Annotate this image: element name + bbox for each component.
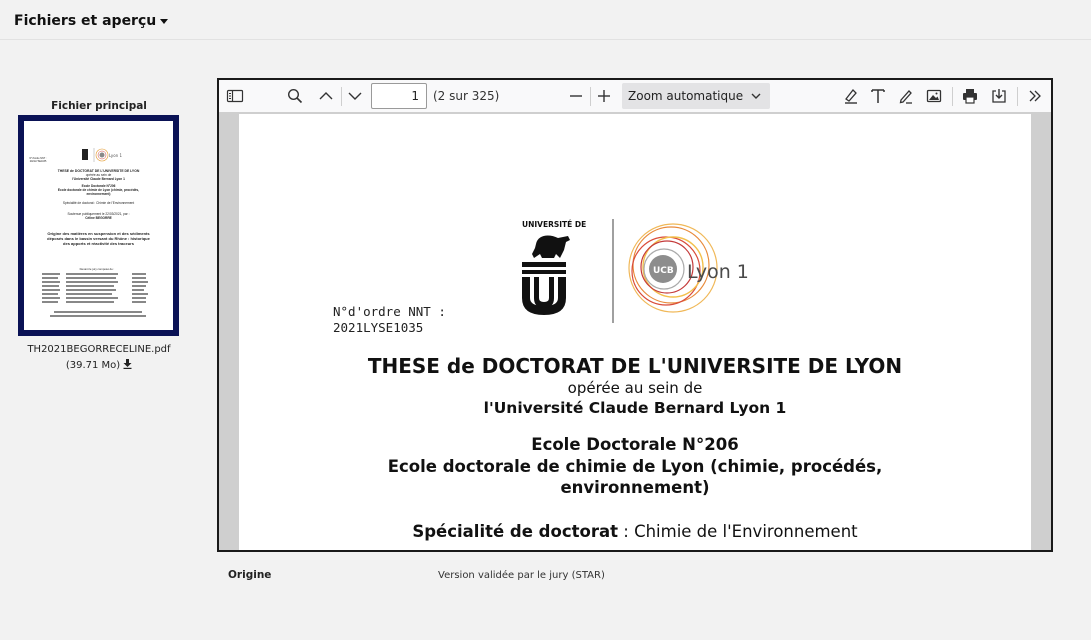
double-chevron-right-icon xyxy=(1029,90,1041,102)
chevron-down-icon xyxy=(348,92,362,100)
nnt-block: N°d'ordre NNT : 2021LYSE1035 xyxy=(333,304,446,336)
sidebar-toggle-icon xyxy=(226,89,244,103)
image-icon xyxy=(926,89,942,103)
thumb-author: Céline BEGORRE xyxy=(85,216,112,220)
highlight-button[interactable] xyxy=(839,85,863,107)
nnt-label: N°d'ordre NNT : xyxy=(333,304,446,319)
ecole-number: Ecole Doctorale N°206 xyxy=(531,435,739,454)
origin-value: Version validée par le jury (STAR) xyxy=(438,570,605,581)
lyon1-logo: UCB Lyon 1 xyxy=(612,219,749,323)
section-toggle[interactable]: Fichiers et aperçu xyxy=(14,13,169,29)
text-tool-button[interactable] xyxy=(866,85,890,107)
draw-button[interactable] xyxy=(894,85,918,107)
next-page-button[interactable] xyxy=(343,85,367,107)
zoom-select[interactable]: Zoom automatique xyxy=(622,83,770,109)
previous-page-button[interactable] xyxy=(314,85,338,107)
toolbar-separator xyxy=(952,87,953,106)
specialite: Spécialité de doctorat : Chimie de l'Env… xyxy=(239,522,1031,541)
plus-icon xyxy=(598,90,610,102)
thesis-subtitle-2: l'Université Claude Bernard Lyon 1 xyxy=(483,399,787,417)
section-title: Fichiers et aperçu xyxy=(14,13,157,29)
specialite-separator: : xyxy=(618,522,635,541)
specialite-label: Spécialité de doctorat xyxy=(412,522,618,541)
save-button[interactable] xyxy=(987,85,1011,107)
logo-mark: UCB xyxy=(653,266,674,276)
pdf-toolbar: (2 sur 325) Zoom automatique xyxy=(219,80,1051,113)
file-size-row: (39.71 Mo) xyxy=(14,359,184,371)
file-name-link[interactable]: TH2021BEGORRECELINE.pdf xyxy=(14,344,184,355)
pdf-page: UNIVERSITÉ DE LYON UCB Lyon 1 N°d'ordre … xyxy=(239,114,1031,550)
thumb-jury: Devant le jury composé de : xyxy=(79,267,115,271)
section-header: Fichiers et aperçu xyxy=(0,0,1091,40)
nnt-value: 2021LYSE1035 xyxy=(333,320,424,335)
thumb-subtitle2: l'Université Claude Bernard Lyon 1 xyxy=(72,177,125,181)
chevron-down-icon xyxy=(751,93,761,99)
toolbar-separator xyxy=(590,87,591,106)
thumb-thesis-title: Origine des matières en suspension et de… xyxy=(47,231,150,246)
page-count: (2 sur 325) xyxy=(433,89,500,103)
logo-left-text: UNIVERSITÉ DE LYON xyxy=(522,220,588,229)
search-button[interactable] xyxy=(283,85,307,107)
sidebar-toggle-button[interactable] xyxy=(223,85,247,107)
thumb-specialite: Spécialité de doctorat : Chimie de l'Env… xyxy=(62,201,135,205)
print-button[interactable] xyxy=(958,85,982,107)
file-label: Fichier principal xyxy=(51,100,147,112)
download-icon[interactable] xyxy=(123,359,132,369)
file-size: (39.71 Mo) xyxy=(65,360,121,371)
page-number-input[interactable] xyxy=(371,83,427,109)
text-icon xyxy=(871,89,885,103)
thumb-ecole2: Ecole doctorale de chimie de Lyon (chimi… xyxy=(57,188,140,196)
thumb-logo-icon: Lyon 1 xyxy=(82,148,122,162)
highlight-icon xyxy=(845,89,857,104)
zoom-out-button[interactable] xyxy=(564,85,588,107)
universite-de-lyon-logo: UNIVERSITÉ DE LYON xyxy=(522,220,588,315)
ecole-name-line2: environnement) xyxy=(560,478,710,497)
search-icon xyxy=(287,88,303,104)
origin-label: Origine xyxy=(228,569,272,581)
specialite-value: Chimie de l'Environnement xyxy=(634,522,858,541)
svg-text:Lyon 1: Lyon 1 xyxy=(109,153,122,158)
ecole-name-line1: Ecole doctorale de chimie de Lyon (chimi… xyxy=(387,457,883,476)
thesis-title: THESE de DOCTORAT DE L'UNIVERSITE DE LYO… xyxy=(367,354,903,378)
print-icon xyxy=(963,89,977,104)
toolbar-separator xyxy=(341,87,342,106)
save-icon xyxy=(992,89,1006,103)
minus-icon xyxy=(570,95,582,97)
pdf-thumbnail[interactable]: N°d'ordre NNT : 2021LYSE1035 Lyon 1 THES… xyxy=(18,115,179,336)
zoom-value: Zoom automatique xyxy=(628,89,744,103)
file-panel: Fichier principal N°d'ordre NNT : 2021LY… xyxy=(14,100,184,371)
toolbar-separator xyxy=(1017,87,1018,106)
image-button[interactable] xyxy=(922,85,946,107)
logo-right-text: Lyon 1 xyxy=(687,261,749,283)
pdf-viewer: (2 sur 325) Zoom automatique xyxy=(217,78,1053,552)
thumb-nnt: N°d'ordre NNT : 2021LYSE1035 xyxy=(29,157,47,163)
zoom-in-button[interactable] xyxy=(592,85,616,107)
chevron-up-icon xyxy=(319,92,333,100)
thesis-subtitle-1: opérée au sein de xyxy=(567,379,703,397)
more-tools-button[interactable] xyxy=(1023,85,1047,107)
draw-icon xyxy=(899,90,912,104)
caret-down-icon xyxy=(160,18,169,24)
